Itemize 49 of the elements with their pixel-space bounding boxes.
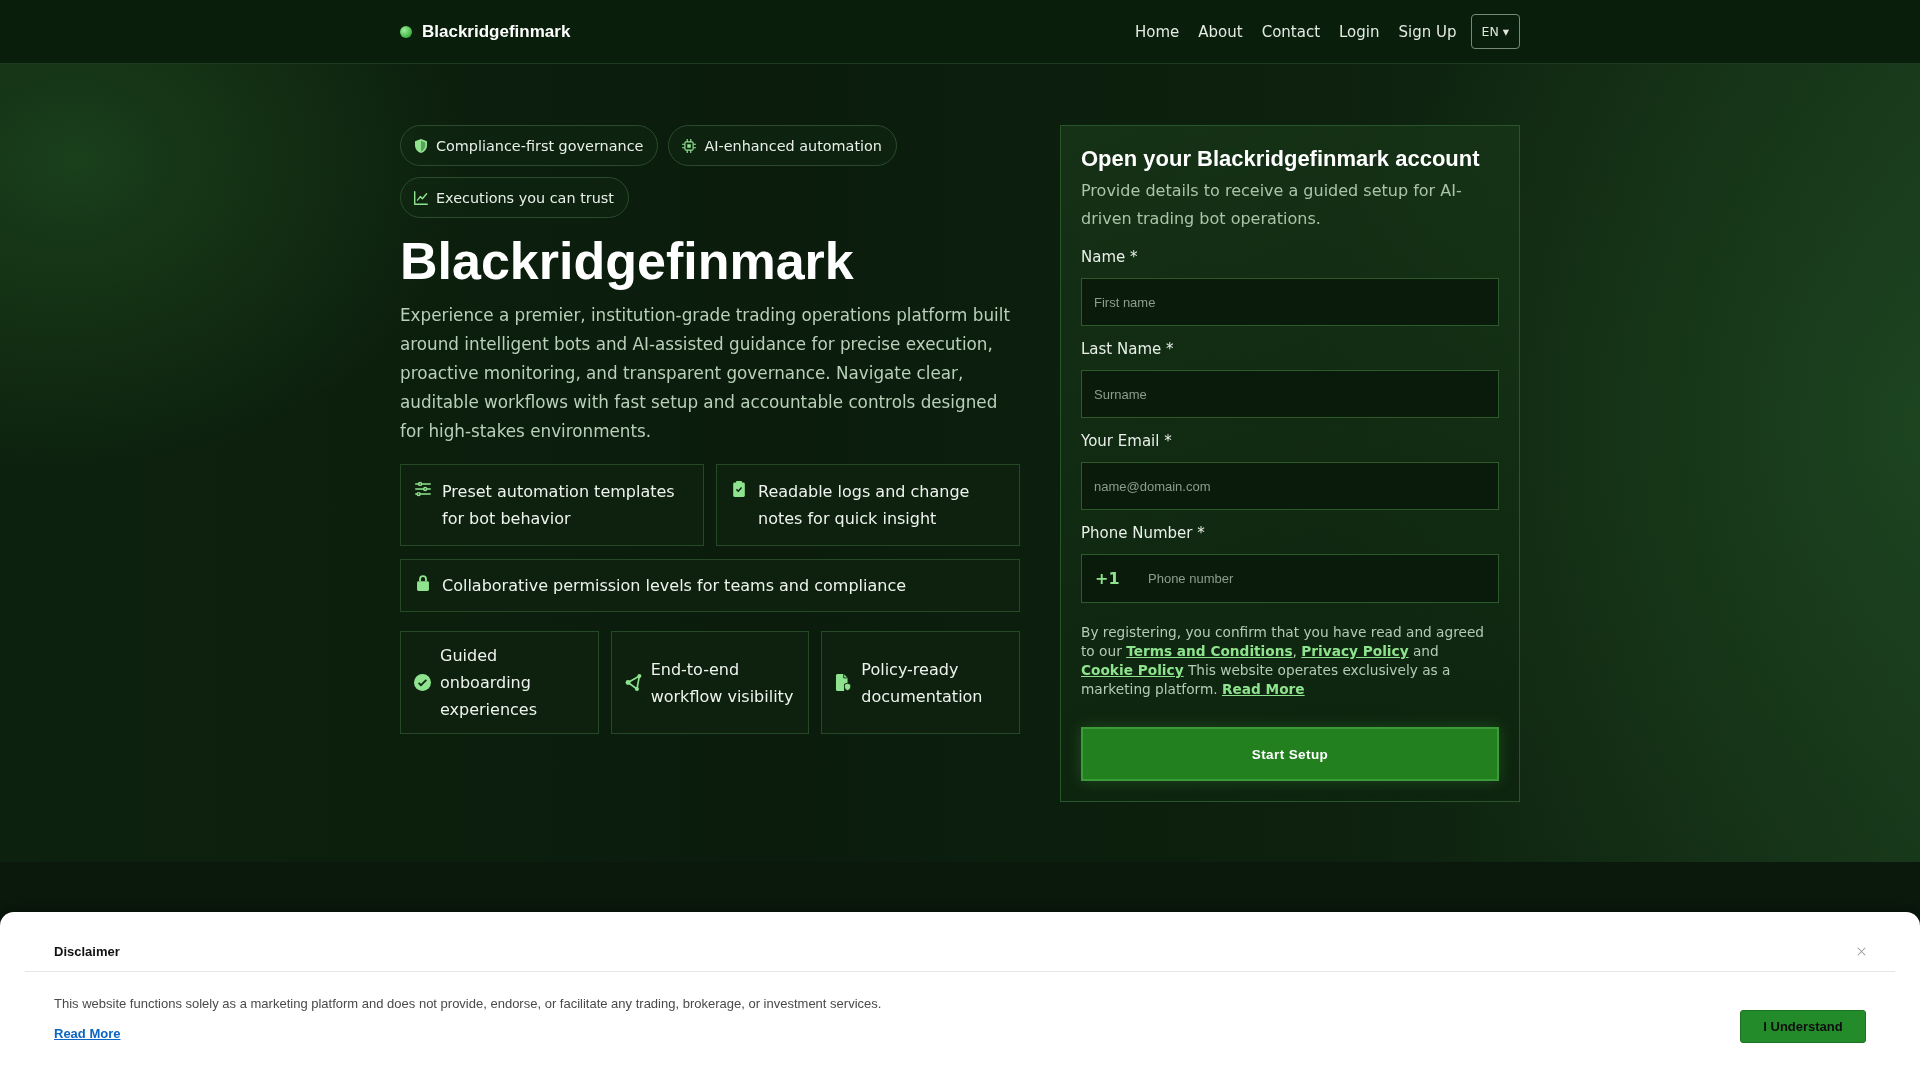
connected-nodes-icon: [624, 674, 642, 691]
shield-icon: [414, 138, 428, 153]
document-shield-icon: [835, 674, 853, 691]
feature-text: Readable logs and change notes for quick insight: [758, 481, 971, 530]
field-label: Phone Number *: [1081, 523, 1206, 544]
language-button[interactable]: EN ▾: [1470, 14, 1520, 49]
logo-dot-icon: [400, 25, 412, 38]
clipboard-check-icon: [731, 481, 747, 497]
consent-link[interactable]: Cookie Policy: [1081, 662, 1184, 678]
country-code: +1: [1095, 568, 1120, 589]
nav-link[interactable]: Login: [1339, 22, 1380, 41]
form-subtitle: Provide details to receive a guided setup for AI-driven trading bot operations.: [1081, 180, 1463, 230]
tag-label: AI-enhanced automation: [704, 137, 882, 154]
hero-description: Experience a premier, institution-grade trading operations platform built around intelligent bots and AI-assisted guidance for precise execution, proactive monitoring, and transparent governance. Navigate clear, auditable workflows with fast setup and accountable controls designed for high-stakes environments.: [400, 304, 1011, 443]
email-field[interactable]: name@domain.com: [1081, 462, 1499, 510]
brand-name[interactable]: Blackridgefinmark: [422, 21, 571, 42]
read-more-link[interactable]: Read More: [54, 1025, 121, 1043]
consent-link[interactable]: Terms and Conditions: [1126, 643, 1293, 659]
field-label: Your Email *: [1081, 431, 1173, 452]
last-name-field[interactable]: Surname: [1081, 370, 1499, 418]
lock-icon: [415, 575, 431, 591]
tag-label: Compliance-first governance: [436, 137, 644, 154]
sliders-icon: [415, 481, 431, 497]
highlight-text: Guided onboarding experiences: [440, 645, 538, 721]
feature-text: Preset automation templates for bot behavior: [442, 481, 676, 530]
disclaimer-text: This website functions solely as a marketing platform and does not provide, endorse, or facilitate any trading, brokerage, or investment services.: [54, 995, 882, 1013]
consent-text: By registering, you confirm that you have read and agreed to our Terms and Conditions, Privacy Policy and Cookie Policy This website operates exclusively as a marketing platform. Read More: [1081, 623, 1486, 699]
tag-label: Executions you can trust: [436, 189, 614, 206]
consent-link[interactable]: Read More: [1221, 681, 1305, 697]
highlight-text: End-to-end workflow visibility: [650, 658, 795, 708]
field-label: Name *: [1081, 247, 1139, 268]
feature-text: Collaborative permission levels for teams and compliance: [442, 575, 907, 597]
line-chart-icon: [414, 190, 428, 205]
check-circle-icon: [414, 674, 431, 691]
nav-link[interactable]: Contact: [1261, 22, 1321, 41]
nav-link[interactable]: About: [1198, 22, 1243, 41]
form-title: Open your Blackridgefinmark account: [1081, 146, 1481, 172]
disclaimer-title: Disclaimer: [54, 943, 120, 960]
highlight-text: Policy-ready documentation: [861, 658, 984, 708]
hero-title: Blackridgefinmark: [400, 233, 855, 290]
field-label: Last Name *: [1081, 339, 1175, 360]
nav-link[interactable]: Sign Up: [1398, 22, 1457, 41]
chip-icon: [682, 138, 697, 153]
nav-link[interactable]: Home: [1135, 22, 1180, 41]
understand-button[interactable]: I Understand: [1740, 1010, 1866, 1043]
first-name-field[interactable]: First name: [1081, 278, 1499, 326]
start-setup-button[interactable]: Start Setup: [1081, 727, 1499, 781]
close-icon: [1857, 947, 1866, 956]
consent-link[interactable]: Privacy Policy: [1301, 643, 1409, 659]
